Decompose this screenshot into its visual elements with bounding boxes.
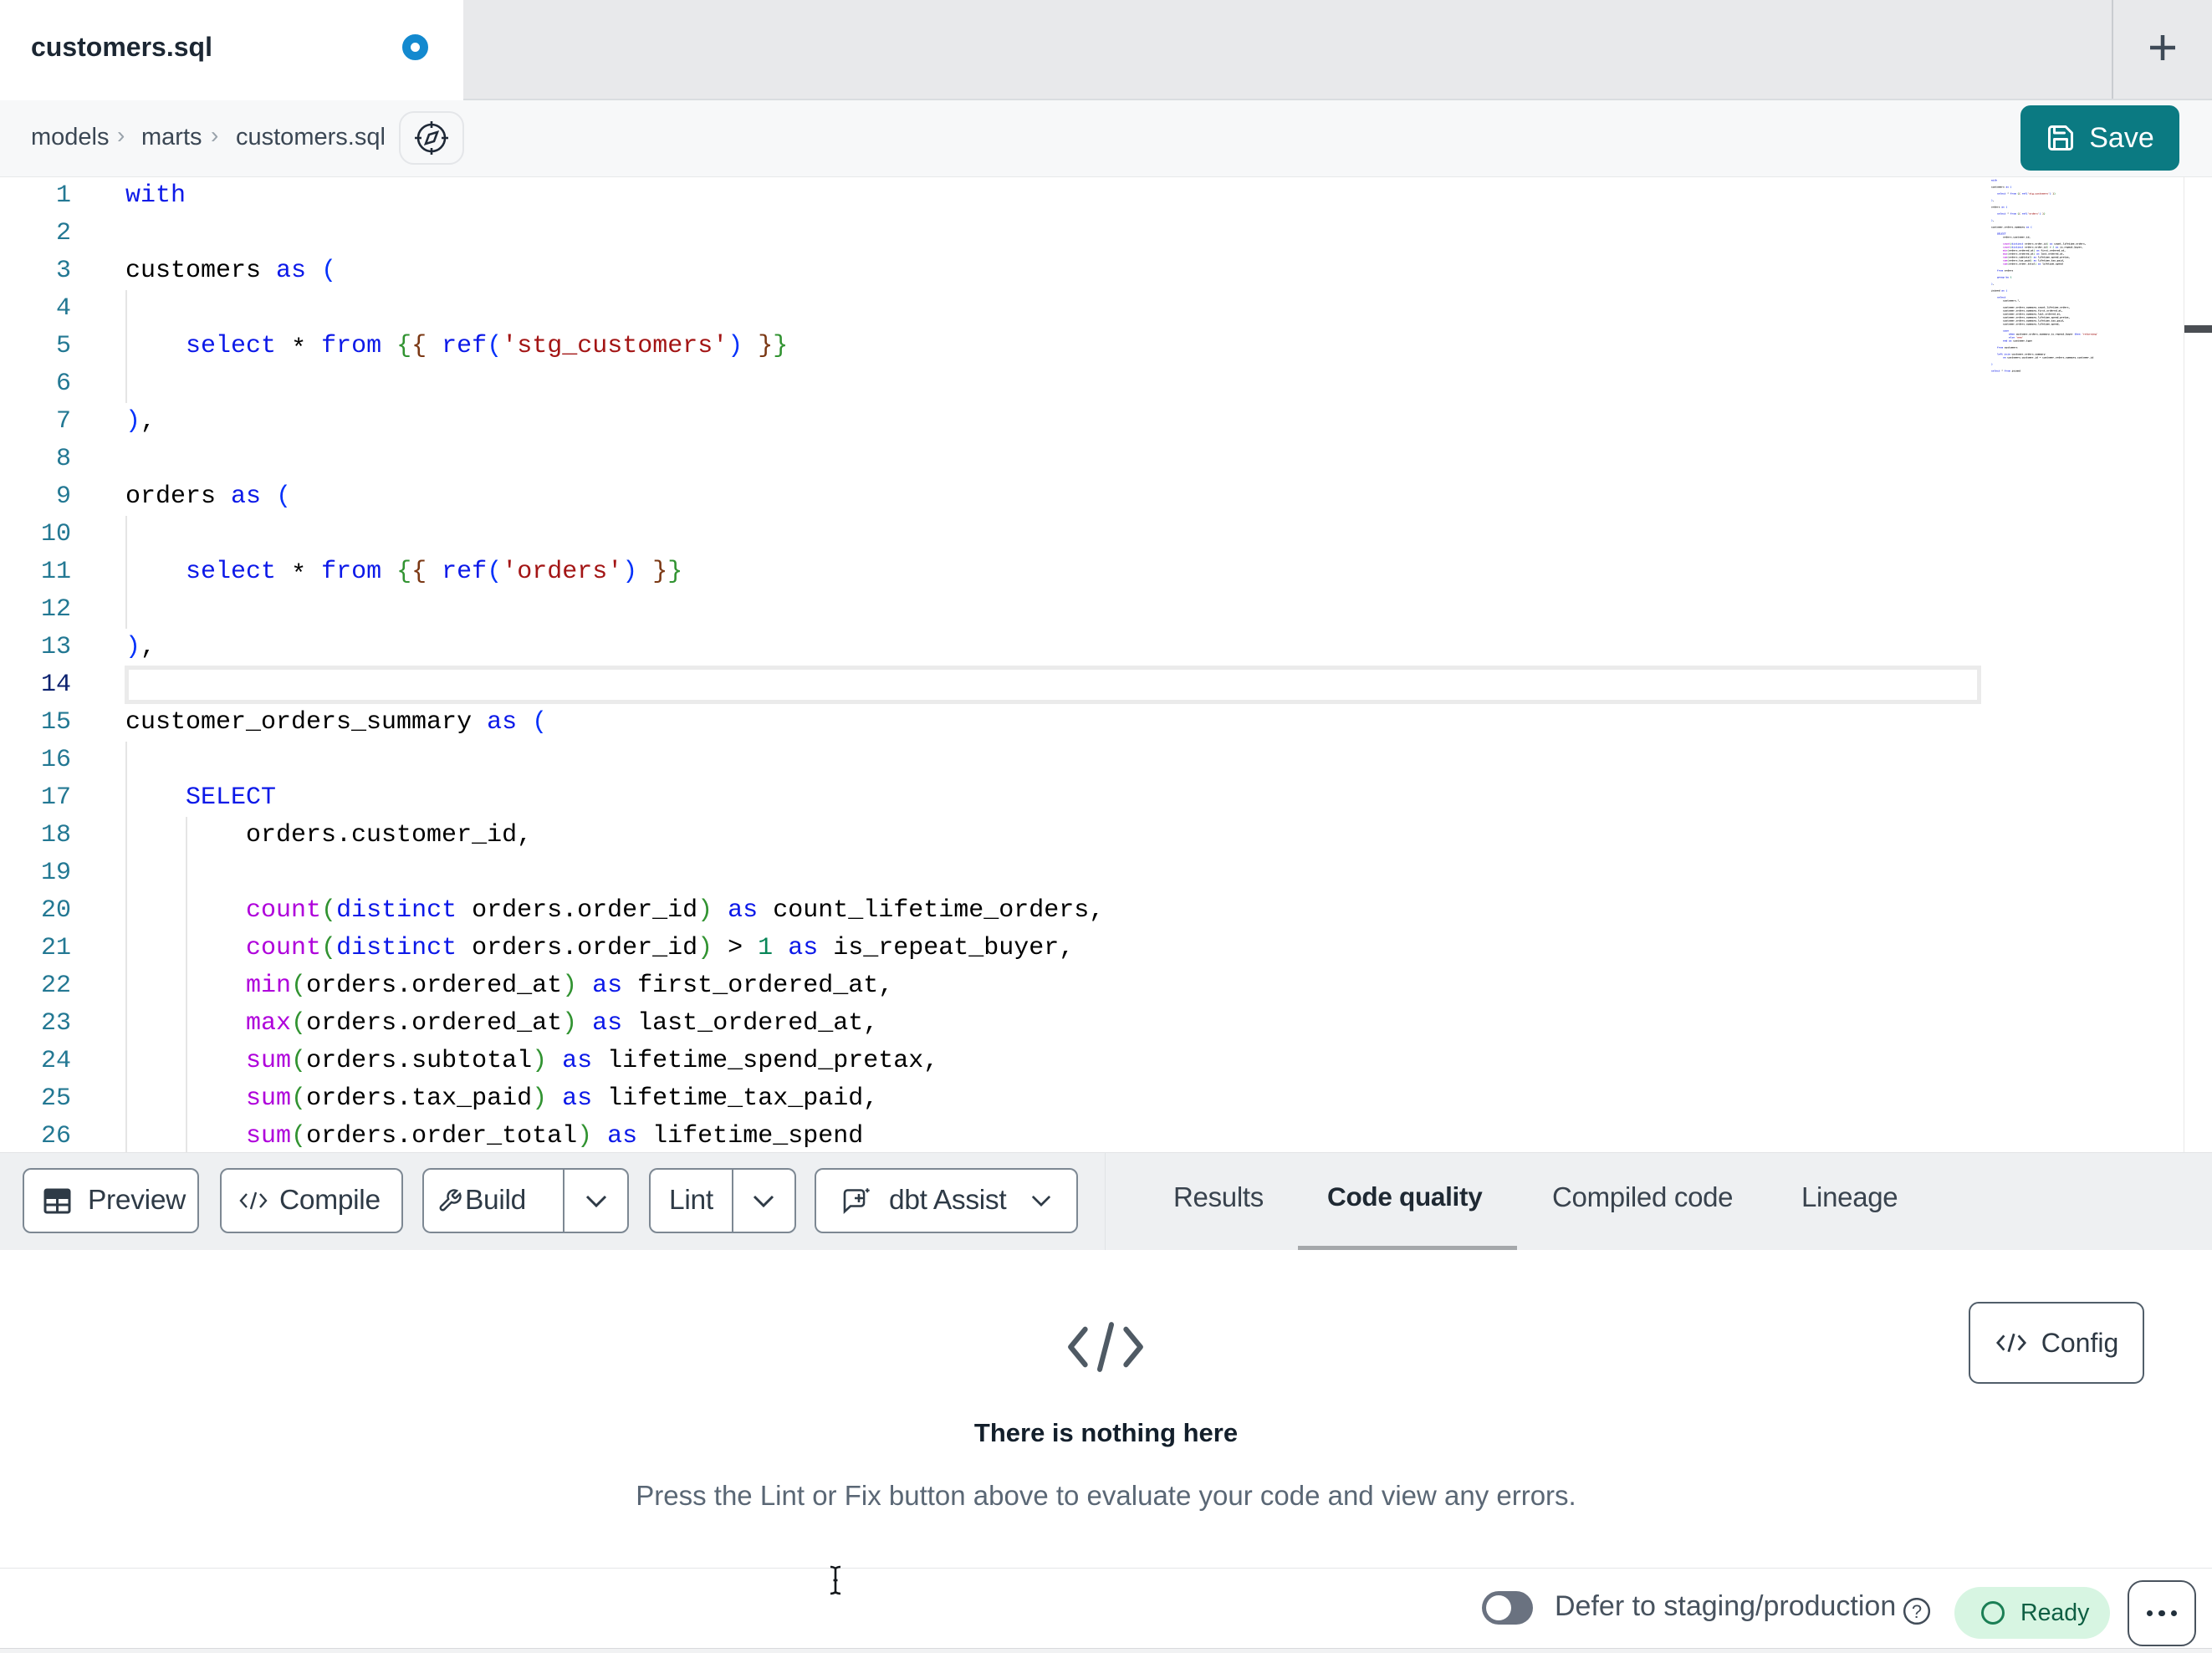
svg-text:?: ? xyxy=(1912,1601,1922,1622)
